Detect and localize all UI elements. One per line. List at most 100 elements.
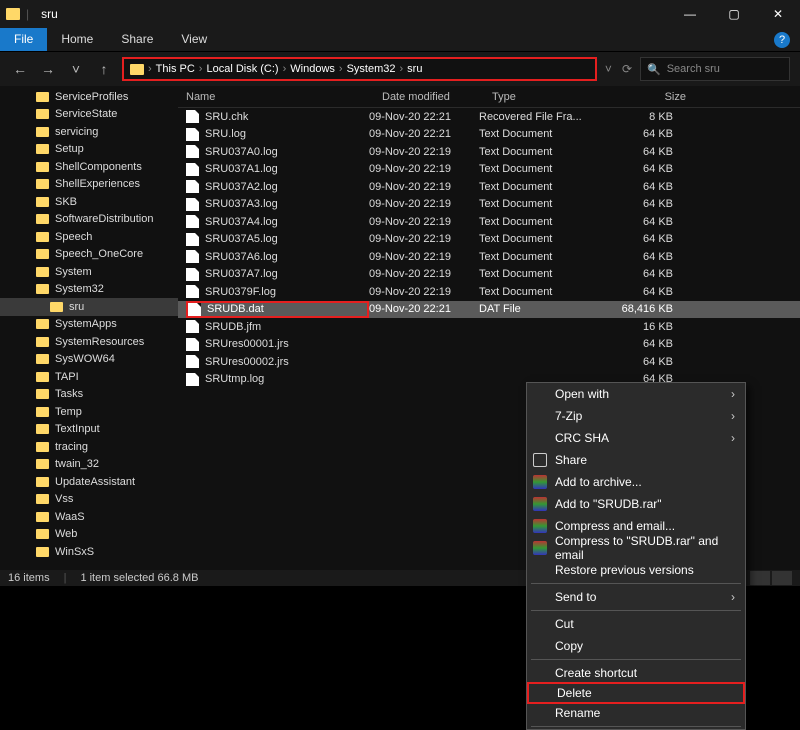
file-row[interactable]: SRU.log09-Nov-20 22:21Text Document64 KB: [178, 126, 800, 144]
status-selected: 1 item selected 66.8 MB: [80, 572, 198, 584]
menu-item[interactable]: 7-Zip›: [527, 405, 745, 427]
tree-item[interactable]: Setup: [0, 141, 178, 159]
tree-item[interactable]: Web: [0, 526, 178, 544]
nav-forward-button[interactable]: →: [38, 61, 58, 77]
menu-item[interactable]: Restore previous versions: [527, 559, 745, 581]
file-row[interactable]: SRU037A1.log09-Nov-20 22:19Text Document…: [178, 161, 800, 179]
tree-item[interactable]: WaaS: [0, 508, 178, 526]
menu-item[interactable]: Cut: [527, 613, 745, 635]
menu-item[interactable]: Open with›: [527, 383, 745, 405]
tree-item[interactable]: sru: [0, 298, 178, 316]
tree-item[interactable]: System: [0, 263, 178, 281]
file-row[interactable]: SRU037A5.log09-Nov-20 22:19Text Document…: [178, 231, 800, 249]
col-date[interactable]: Date modified: [382, 91, 492, 103]
close-button[interactable]: ✕: [756, 0, 800, 28]
tree-item[interactable]: twain_32: [0, 456, 178, 474]
refresh-button[interactable]: ⟳: [622, 62, 632, 76]
tree-item[interactable]: tracing: [0, 438, 178, 456]
crumb[interactable]: This PC: [156, 63, 195, 75]
tree-item[interactable]: TAPI: [0, 368, 178, 386]
file-row[interactable]: SRU037A6.log09-Nov-20 22:19Text Document…: [178, 248, 800, 266]
tree-item[interactable]: SystemApps: [0, 316, 178, 334]
search-box[interactable]: 🔍 Search sru: [640, 57, 790, 81]
menu-item[interactable]: Add to "SRUDB.rar": [527, 493, 745, 515]
view-thumbnails-button[interactable]: [772, 571, 792, 585]
col-name[interactable]: Name: [186, 91, 382, 103]
nav-history-button[interactable]: ˅: [66, 61, 86, 77]
menu-item[interactable]: Add to archive...: [527, 471, 745, 493]
menu-item[interactable]: Share: [527, 449, 745, 471]
tree-item[interactable]: SKB: [0, 193, 178, 211]
address-bar[interactable]: › This PC› Local Disk (C:)› Windows› Sys…: [122, 57, 597, 81]
crumb[interactable]: Windows: [290, 63, 335, 75]
file-row[interactable]: SRU0379F.log09-Nov-20 22:19Text Document…: [178, 283, 800, 301]
tab-file[interactable]: File: [0, 28, 47, 51]
menu-item[interactable]: Create shortcut: [527, 662, 745, 684]
search-placeholder: Search sru: [667, 63, 720, 75]
menu-label: Open with: [555, 387, 609, 401]
help-button[interactable]: ?: [774, 32, 790, 48]
tree-item[interactable]: ShellComponents: [0, 158, 178, 176]
menu-item[interactable]: Delete: [527, 682, 745, 704]
tree-item[interactable]: Temp: [0, 403, 178, 421]
file-name: SRUDB.jfm: [205, 321, 261, 333]
tree-item[interactable]: Speech: [0, 228, 178, 246]
file-row[interactable]: SRU037A2.log09-Nov-20 22:19Text Document…: [178, 178, 800, 196]
menu-item[interactable]: Compress to "SRUDB.rar" and email: [527, 537, 745, 559]
tab-home[interactable]: Home: [47, 28, 107, 51]
maximize-button[interactable]: ▢: [712, 0, 756, 28]
menu-item[interactable]: CRC SHA›: [527, 427, 745, 449]
file-list[interactable]: Name Date modified Type Size SRU.chk09-N…: [178, 86, 800, 570]
file-row[interactable]: SRUres00001.jrs64 KB: [178, 336, 800, 354]
menu-label: Send to: [555, 590, 596, 604]
menu-item[interactable]: Rename: [527, 702, 745, 724]
file-row[interactable]: SRU037A3.log09-Nov-20 22:19Text Document…: [178, 196, 800, 214]
file-row[interactable]: SRU037A4.log09-Nov-20 22:19Text Document…: [178, 213, 800, 231]
crumb[interactable]: System32: [347, 63, 396, 75]
tree-item[interactable]: UpdateAssistant: [0, 473, 178, 491]
file-type: Text Document: [479, 251, 609, 263]
tree-item[interactable]: ServiceState: [0, 106, 178, 124]
folder-icon: [36, 337, 49, 347]
tree-label: sru: [69, 301, 84, 313]
tree-item[interactable]: System32: [0, 281, 178, 299]
tree-item[interactable]: TextInput: [0, 421, 178, 439]
tab-share[interactable]: Share: [107, 28, 167, 51]
file-row[interactable]: SRU.chk09-Nov-20 22:21Recovered File Fra…: [178, 108, 800, 126]
tree-item[interactable]: ShellExperiences: [0, 176, 178, 194]
tree-item[interactable]: SysWOW64: [0, 351, 178, 369]
tree-item[interactable]: SystemResources: [0, 333, 178, 351]
nav-tree[interactable]: ServiceProfilesServiceStateservicingSetu…: [0, 86, 178, 570]
nav-up-button[interactable]: ↑: [94, 61, 114, 77]
tree-item[interactable]: WinSxS: [0, 543, 178, 561]
file-row[interactable]: SRUDB.dat09-Nov-20 22:21DAT File68,416 K…: [178, 301, 800, 319]
menu-item[interactable]: Copy: [527, 635, 745, 657]
tree-item[interactable]: Speech_OneCore: [0, 246, 178, 264]
file-row[interactable]: SRU037A7.log09-Nov-20 22:19Text Document…: [178, 266, 800, 284]
tree-item[interactable]: Tasks: [0, 386, 178, 404]
menu-label: Compress and email...: [555, 519, 675, 533]
menu-item[interactable]: Send to›: [527, 586, 745, 608]
tree-item[interactable]: servicing: [0, 123, 178, 141]
crumb[interactable]: sru: [407, 63, 422, 75]
tree-label: WaaS: [55, 511, 85, 523]
crumb[interactable]: Local Disk (C:): [206, 63, 278, 75]
tab-view[interactable]: View: [167, 28, 221, 51]
col-type[interactable]: Type: [492, 91, 622, 103]
view-details-button[interactable]: [750, 571, 770, 585]
folder-icon: [36, 267, 49, 277]
addr-dropdown-button[interactable]: ˅: [605, 62, 612, 76]
tree-item[interactable]: SoftwareDistribution: [0, 211, 178, 229]
file-icon: [186, 145, 199, 158]
file-row[interactable]: SRUDB.jfm16 KB: [178, 318, 800, 336]
col-size[interactable]: Size: [622, 91, 702, 103]
file-row[interactable]: SRU037A0.log09-Nov-20 22:19Text Document…: [178, 143, 800, 161]
file-row[interactable]: SRUres00002.jrs64 KB: [178, 353, 800, 371]
file-date: 09-Nov-20 22:19: [369, 146, 479, 158]
tree-item[interactable]: Vss: [0, 491, 178, 509]
column-headers[interactable]: Name Date modified Type Size: [178, 86, 800, 108]
file-name: SRU.log: [205, 128, 246, 140]
nav-back-button[interactable]: ←: [10, 61, 30, 77]
minimize-button[interactable]: —: [668, 0, 712, 28]
tree-item[interactable]: ServiceProfiles: [0, 88, 178, 106]
